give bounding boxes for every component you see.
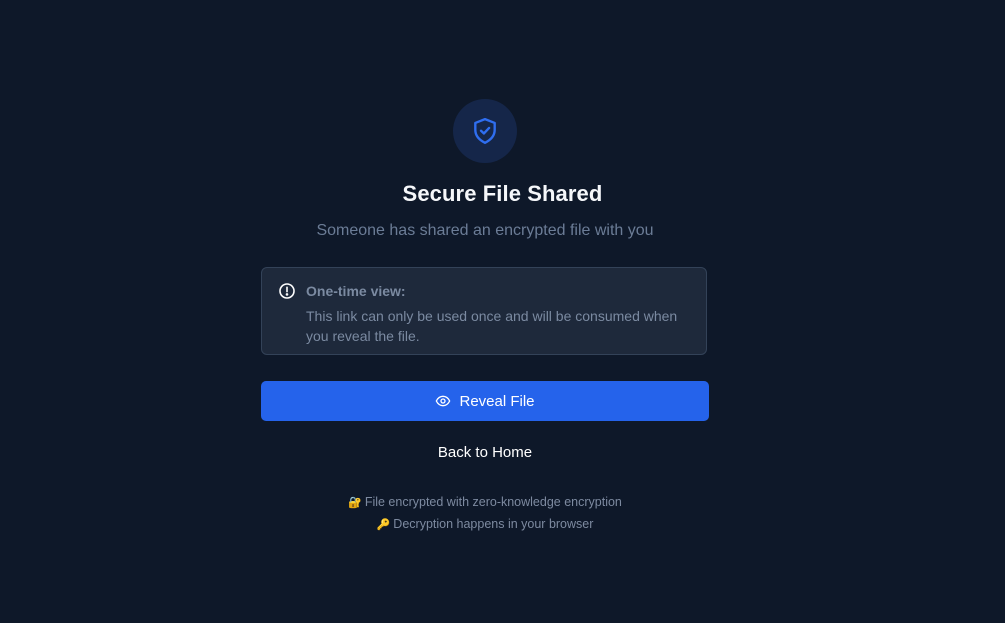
lock-key-icon: 🔐 bbox=[348, 497, 362, 509]
footer-line-encryption: 🔐 File encrypted with zero-knowledge encr… bbox=[0, 492, 970, 514]
eye-icon bbox=[436, 395, 451, 407]
one-time-view-notice: One-time view: This link can only be use… bbox=[261, 267, 707, 355]
back-to-home-link[interactable]: Back to Home bbox=[0, 444, 970, 461]
reveal-file-label: Reveal File bbox=[459, 392, 535, 410]
page: Secure File Shared Someone has shared an… bbox=[0, 0, 1005, 623]
shield-badge bbox=[453, 99, 517, 163]
footer-decryption-text: Decryption happens in your browser bbox=[393, 517, 594, 531]
key-icon: 🔑 bbox=[376, 519, 391, 531]
footer-encryption-text: File encrypted with zero-knowledge encry… bbox=[364, 495, 622, 509]
notice-title: One-time view: bbox=[306, 283, 406, 299]
reveal-file-button[interactable]: Reveal File bbox=[261, 381, 709, 421]
footer-line-decryption: 🔑 Decryption happens in your browser bbox=[0, 514, 970, 536]
shield-check-icon bbox=[474, 117, 496, 145]
security-footer: 🔐 File encrypted with zero-knowledge encr… bbox=[0, 492, 970, 536]
page-subtitle: Someone has shared an encrypted file wit… bbox=[316, 222, 654, 239]
info-circle-icon bbox=[279, 283, 295, 299]
page-title: Secure File Shared bbox=[402, 181, 603, 206]
notice-text: This link can only be used once and will… bbox=[306, 308, 678, 344]
